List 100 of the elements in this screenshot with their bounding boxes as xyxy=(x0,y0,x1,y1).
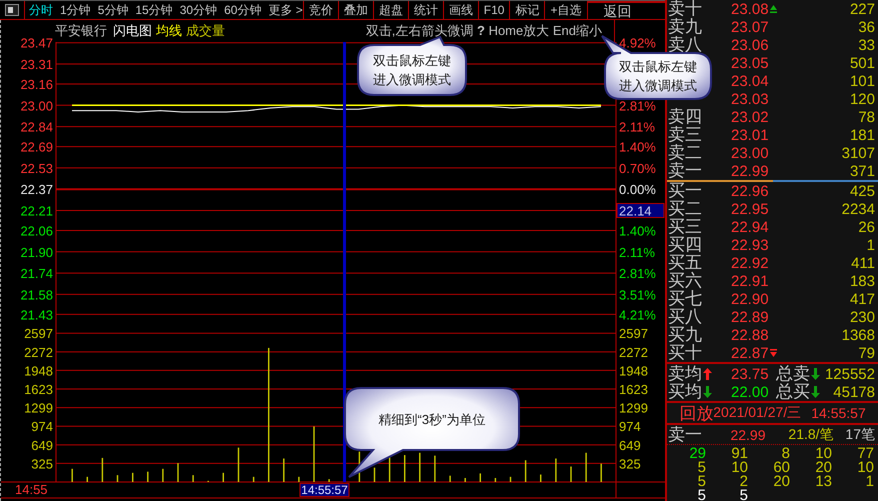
axis-label: 21.90 xyxy=(20,244,53,260)
order-level-label: 卖九 xyxy=(667,18,703,36)
order-price: 23.07 xyxy=(731,18,769,36)
toolbar-button[interactable]: 画线 xyxy=(442,1,478,19)
period-tab[interactable]: 分时 xyxy=(29,2,53,18)
order-price: 23.05 xyxy=(731,54,769,72)
tick-volume: 29 xyxy=(688,447,707,461)
axis-label: 21.74 xyxy=(20,266,53,282)
toolbar-button[interactable]: 统计 xyxy=(408,1,443,19)
order-price: 23.04 xyxy=(731,72,769,90)
order-level-label: 买八 xyxy=(667,308,703,326)
axis-label: 974 xyxy=(619,419,641,434)
order-price: 22.87 xyxy=(731,344,769,362)
order-price: 22.96 xyxy=(731,182,769,200)
order-volume: 78 xyxy=(858,108,876,126)
axis-label: 1948 xyxy=(619,363,648,378)
axis-label: 23.31 xyxy=(20,57,53,72)
order-price: 22.93 xyxy=(731,236,769,254)
percent-label: 3.51% xyxy=(619,287,656,302)
summary-value: 22.00 xyxy=(731,384,770,400)
order-price: 22.92 xyxy=(731,254,769,272)
toolbar-button[interactable]: 标记 xyxy=(509,1,544,19)
order-price: 23.08 xyxy=(731,0,769,18)
tick-volume: 10 xyxy=(856,461,875,475)
percent-label: 4.92% xyxy=(619,36,656,51)
order-level-label: 买七 xyxy=(667,290,703,308)
cursor-price-tag: 22.14 xyxy=(616,203,664,219)
period-tab[interactable]: 更多 > xyxy=(268,2,303,18)
order-volume: 79 xyxy=(858,344,876,362)
order-volume: 183 xyxy=(850,272,876,290)
axis-label: 1299 xyxy=(24,400,53,416)
callout-text: 精细到“3秒”为单位 xyxy=(378,410,486,428)
order-volume: 417 xyxy=(850,290,876,308)
toolbar-button[interactable]: F10 xyxy=(478,1,510,19)
axis-label: 21.43 xyxy=(20,307,53,322)
callout-text: 双击鼠标左键进入微调模式 xyxy=(372,52,452,89)
axis-label: 22.53 xyxy=(20,160,53,176)
period-tab[interactable]: 5分钟 xyxy=(98,2,128,18)
order-volume: 371 xyxy=(850,162,876,180)
axis-label: 1623 xyxy=(24,382,53,397)
percent-label: 0.70% xyxy=(619,160,656,176)
tick-volume: 10 xyxy=(814,447,833,461)
summary-label: 卖均 xyxy=(667,365,702,383)
order-volume: 227 xyxy=(850,0,876,18)
legend-label: 均线 xyxy=(156,22,182,40)
tick-volume: 10 xyxy=(730,461,749,475)
axis-label: 2597 xyxy=(24,326,53,342)
tick-volume: 5 xyxy=(696,461,707,475)
axis-label: 649 xyxy=(619,438,641,453)
order-volume: 425 xyxy=(850,182,876,200)
axis-label: 22.84 xyxy=(20,120,53,135)
axis-label: 1948 xyxy=(24,363,53,378)
stock-name: 平安银行 xyxy=(55,22,107,40)
percent-label: 1.40% xyxy=(619,140,656,155)
order-level-label: 买一 xyxy=(667,182,703,200)
toolbar-button[interactable]: +自选 xyxy=(544,1,586,19)
tick-volume: 77 xyxy=(856,447,875,461)
order-level-label: 卖一 xyxy=(667,162,703,180)
order-volume: 181 xyxy=(850,126,876,144)
order-level-label: 卖一 xyxy=(667,426,703,444)
order-level-label: 卖三 xyxy=(667,126,703,144)
period-tab[interactable]: 30分钟 xyxy=(180,2,218,18)
tick-volume: 1 xyxy=(864,475,875,489)
order-level-label: 买十 xyxy=(667,344,703,362)
order-volume: 411 xyxy=(851,254,876,272)
order-volume: 33 xyxy=(858,36,876,54)
summary-value: 125552 xyxy=(824,366,876,382)
axis-label: 2272 xyxy=(24,344,53,360)
order-level-label: 卖十 xyxy=(667,0,703,18)
order-price: 22.89 xyxy=(731,308,769,326)
panel-toggle-icon[interactable] xyxy=(5,4,19,16)
replay-time: 14:55:57 xyxy=(811,405,866,421)
axis-label: 2597 xyxy=(619,326,648,342)
period-tab[interactable]: 1分钟 xyxy=(60,2,91,18)
order-volume: 3107 xyxy=(842,144,876,162)
order-level-label: 买三 xyxy=(667,218,703,236)
order-price: 22.95 xyxy=(731,200,769,218)
axis-label: 1623 xyxy=(619,382,648,397)
order-price: 23.01 xyxy=(731,126,769,144)
toolbar-button[interactable]: 竞价 xyxy=(302,1,338,19)
order-price: 22.94 xyxy=(731,218,769,236)
axis-label: 23.00 xyxy=(20,98,53,114)
toolbar-button[interactable]: 叠加 xyxy=(338,1,373,19)
chart-name: 闪电图 xyxy=(113,22,152,40)
order-volume: 230 xyxy=(850,308,876,326)
order-price: 23.02 xyxy=(731,108,769,126)
order-price: 22.91 xyxy=(731,272,769,290)
percent-label: 2.81% xyxy=(619,98,656,114)
axis-label: 1299 xyxy=(619,400,648,416)
period-tab[interactable]: 15分钟 xyxy=(135,2,173,18)
axis-label: 325 xyxy=(619,456,641,472)
order-price: 22.99 xyxy=(729,426,767,442)
percent-label: 0.00% xyxy=(619,182,656,198)
axis-label: 325 xyxy=(31,456,53,472)
period-tab[interactable]: 60分钟 xyxy=(224,2,262,18)
order-level-label: 买六 xyxy=(667,272,703,290)
toolbar-button[interactable]: 超盘 xyxy=(372,1,408,19)
tick-volume: 5 xyxy=(696,475,707,489)
tick-volume: 2 xyxy=(738,475,749,489)
order-volume: 2234 xyxy=(842,200,876,218)
